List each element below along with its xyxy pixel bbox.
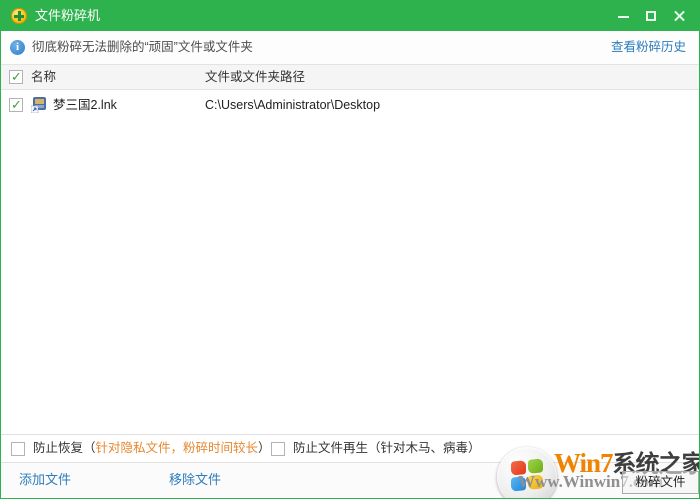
window-title: 文件粉碎机 xyxy=(35,8,101,23)
prevent-recovery-label: 防止恢复（针对隐私文件，粉碎时间较长） xyxy=(33,435,271,462)
options-bar: 防止恢复（针对隐私文件，粉碎时间较长） 防止文件再生（针对木马、病毒） xyxy=(1,434,699,463)
prevent-recovery-suffix: ） xyxy=(258,441,271,455)
prevent-regeneration-label: 防止文件再生（针对木马、病毒） xyxy=(293,441,481,455)
titlebar: 文件粉碎机 xyxy=(1,1,699,31)
add-file-button[interactable]: 添加文件 xyxy=(19,463,71,497)
file-name: 梦三国2.lnk xyxy=(53,98,117,112)
file-path: C:\Users\Administrator\Desktop xyxy=(205,98,381,112)
maximize-icon xyxy=(646,11,656,21)
view-shred-history-link[interactable]: 查看粉碎历史 xyxy=(611,31,686,64)
app-window: 文件粉碎机 彻底粉碎无法删除的“顽固”文件或文件夹 查看粉碎历史 名称 文件或文… xyxy=(0,0,700,499)
info-message: 彻底粉碎无法删除的“顽固”文件或文件夹 xyxy=(32,40,253,54)
list-header: 名称 文件或文件夹路径 xyxy=(1,64,699,90)
close-button[interactable] xyxy=(665,1,693,31)
minimize-icon xyxy=(618,16,629,18)
remove-file-button[interactable]: 移除文件 xyxy=(169,463,221,497)
column-header-name[interactable]: 名称 xyxy=(31,65,56,89)
prevent-regeneration-checkbox[interactable] xyxy=(271,442,285,456)
minimize-button[interactable] xyxy=(609,1,637,31)
prevent-recovery-checkbox[interactable] xyxy=(11,442,25,456)
row-checkbox[interactable] xyxy=(9,97,23,113)
table-row[interactable]: 梦三国2.lnk C:\Users\Administrator\Desktop xyxy=(1,92,699,118)
shortcut-file-icon xyxy=(30,97,47,114)
prevent-recovery-highlight: 针对隐私文件，粉碎时间较长 xyxy=(95,441,259,455)
footer-bar: 添加文件 移除文件 粉碎文件 xyxy=(1,463,699,498)
app-icon xyxy=(11,8,27,24)
maximize-button[interactable] xyxy=(637,1,665,31)
shred-files-button[interactable]: 粉碎文件 xyxy=(622,471,699,494)
column-header-path[interactable]: 文件或文件夹路径 xyxy=(205,65,305,89)
select-all-checkbox[interactable] xyxy=(9,69,23,85)
infobar: 彻底粉碎无法删除的“顽固”文件或文件夹 查看粉碎历史 xyxy=(1,31,699,64)
prevent-recovery-prefix: 防止恢复（ xyxy=(33,441,96,455)
window-controls xyxy=(609,1,693,31)
info-icon xyxy=(10,40,25,55)
